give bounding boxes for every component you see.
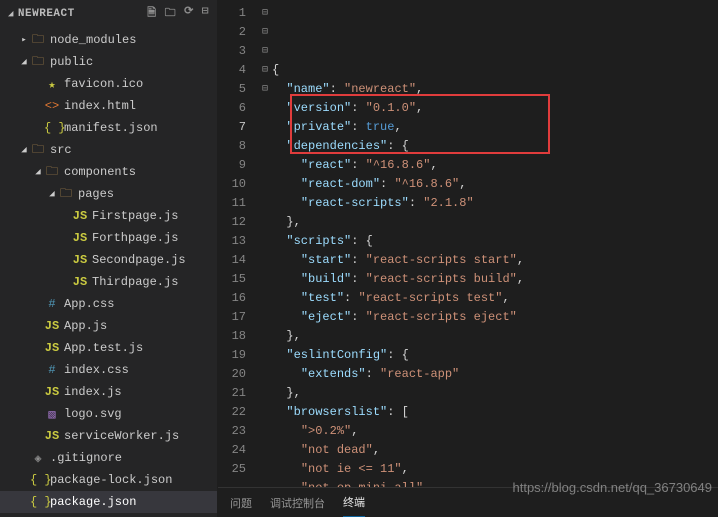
css-icon: # xyxy=(44,297,60,311)
file-tree: ▸🗀node_modules◢🗀public★favicon.ico<>inde… xyxy=(0,27,217,517)
fold-column[interactable]: ⊟⊟⊟⊟⊟ xyxy=(258,0,272,487)
code-area[interactable]: 1234567891011121314151617181920212223242… xyxy=(218,0,718,487)
js-icon: JS xyxy=(72,231,88,245)
chevron-icon: ◢ xyxy=(32,167,44,177)
json-icon: { } xyxy=(44,121,60,135)
new-file-icon[interactable]: 🗎 xyxy=(147,4,156,23)
chevron-icon: ▸ xyxy=(18,35,30,45)
tree-item-label: index.js xyxy=(64,385,122,399)
explorer-header[interactable]: ◢ NEWREACT 🗎 🗀 ⟳ ⊟ xyxy=(0,0,217,27)
tree-item[interactable]: ★ favicon.ico xyxy=(0,73,217,95)
tab-debug-console[interactable]: 调试控制台 xyxy=(270,495,325,511)
tree-item-label: favicon.ico xyxy=(64,77,143,91)
js-icon: JS xyxy=(44,319,60,333)
tree-item[interactable]: JS Thirdpage.js xyxy=(0,271,217,293)
js-icon: JS xyxy=(44,429,60,443)
tree-item[interactable]: ◈ .gitignore xyxy=(0,447,217,469)
js-icon: JS xyxy=(44,341,60,355)
editor-pane: 1234567891011121314151617181920212223242… xyxy=(218,0,718,517)
tree-item-label: .gitignore xyxy=(50,451,122,465)
tree-item[interactable]: # index.css xyxy=(0,359,217,381)
css-icon: # xyxy=(44,363,60,377)
json-icon: { } xyxy=(30,495,46,509)
chevron-icon: ◢ xyxy=(18,57,30,67)
json-icon: { } xyxy=(30,473,46,487)
chevron-down-icon: ◢ xyxy=(8,9,14,19)
tree-item-label: logo.svg xyxy=(64,407,122,421)
new-folder-icon[interactable]: 🗀 xyxy=(165,4,177,23)
tree-item[interactable]: ▸🗀 node_modules xyxy=(0,29,217,51)
tree-item[interactable]: <> index.html xyxy=(0,95,217,117)
tree-item[interactable]: ◢🗀 src xyxy=(0,139,217,161)
js-icon: JS xyxy=(72,209,88,223)
tree-item[interactable]: JS Forthpage.js xyxy=(0,227,217,249)
tree-item[interactable]: JS serviceWorker.js xyxy=(0,425,217,447)
tree-item-label: index.css xyxy=(64,363,129,377)
tree-item-label: Thirdpage.js xyxy=(92,275,178,289)
tree-item-label: App.css xyxy=(64,297,114,311)
project-title: NEWREACT xyxy=(18,8,75,20)
tree-item-label: Firstpage.js xyxy=(92,209,178,223)
tree-item-label: public xyxy=(50,55,93,69)
explorer-actions: 🗎 🗀 ⟳ ⊟ xyxy=(147,4,209,23)
tree-item-label: package-lock.json xyxy=(50,473,172,487)
tree-item-label: node_modules xyxy=(50,33,136,47)
tree-item[interactable]: JS App.test.js xyxy=(0,337,217,359)
tree-item-label: App.js xyxy=(64,319,107,333)
svg-icon: ▧ xyxy=(44,407,60,422)
explorer-sidebar: ◢ NEWREACT 🗎 🗀 ⟳ ⊟ ▸🗀node_modules◢🗀publi… xyxy=(0,0,218,517)
folder-icon: 🗀 xyxy=(30,52,46,73)
tree-item-label: src xyxy=(50,143,72,157)
tree-item-label: App.test.js xyxy=(64,341,143,355)
tree-item[interactable]: ⓘREADME.md xyxy=(0,513,217,517)
collapse-icon[interactable]: ⊟ xyxy=(202,4,209,23)
tree-item[interactable]: JS index.js xyxy=(0,381,217,403)
tab-problems[interactable]: 问题 xyxy=(230,495,252,511)
tree-item-label: Forthpage.js xyxy=(92,231,178,245)
tree-item[interactable]: JS Secondpage.js xyxy=(0,249,217,271)
tree-item-label: Secondpage.js xyxy=(92,253,186,267)
tree-item[interactable]: { } package.json xyxy=(0,491,217,513)
git-icon: ◈ xyxy=(30,451,46,466)
folder-icon: 🗀 xyxy=(30,30,46,51)
js-icon: JS xyxy=(72,275,88,289)
tree-item[interactable]: JS App.js xyxy=(0,315,217,337)
folder-icon: 🗀 xyxy=(44,162,60,183)
js-icon: JS xyxy=(44,385,60,399)
line-number-gutter: 1234567891011121314151617181920212223242… xyxy=(218,0,258,487)
tree-item-label: pages xyxy=(78,187,114,201)
tree-item-label: package.json xyxy=(50,495,136,509)
code-content[interactable]: { "name": "newreact", "version": "0.1.0"… xyxy=(272,0,718,487)
folder-icon: 🗀 xyxy=(58,184,74,205)
tree-item-label: serviceWorker.js xyxy=(64,429,179,443)
star-icon: ★ xyxy=(44,77,60,92)
tree-item-label: manifest.json xyxy=(64,121,158,135)
tree-item[interactable]: ▧ logo.svg xyxy=(0,403,217,425)
tree-item[interactable]: ◢🗀 components xyxy=(0,161,217,183)
tree-item-label: index.html xyxy=(64,99,136,113)
tree-item[interactable]: ◢🗀 public xyxy=(0,51,217,73)
folder-icon: 🗀 xyxy=(30,140,46,161)
tree-item[interactable]: ◢🗀 pages xyxy=(0,183,217,205)
chevron-icon: ◢ xyxy=(18,145,30,155)
tree-item[interactable]: { } manifest.json xyxy=(0,117,217,139)
tree-item[interactable]: { } package-lock.json xyxy=(0,469,217,491)
chevron-icon: ◢ xyxy=(46,189,58,199)
tab-terminal[interactable]: 终端 xyxy=(343,488,365,517)
tree-item[interactable]: # App.css xyxy=(0,293,217,315)
tree-item-label: components xyxy=(64,165,136,179)
watermark-text: https://blog.csdn.net/qq_36730649 xyxy=(513,480,713,495)
refresh-icon[interactable]: ⟳ xyxy=(184,4,194,23)
tree-item[interactable]: JS Firstpage.js xyxy=(0,205,217,227)
js-icon: JS xyxy=(72,253,88,267)
html-icon: <> xyxy=(44,99,60,113)
